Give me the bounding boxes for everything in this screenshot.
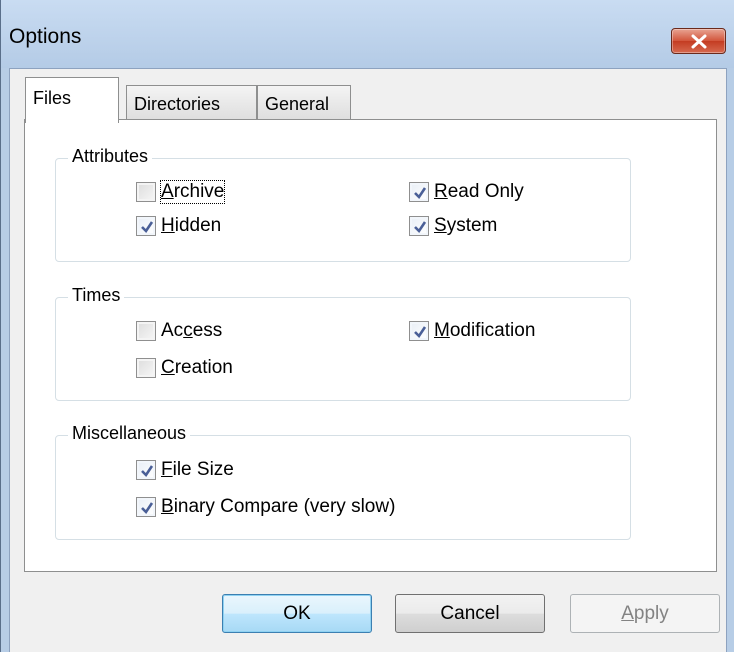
read-only-checkbox[interactable]: Read Only <box>409 181 524 203</box>
cancel-button[interactable]: Cancel <box>395 594 545 633</box>
apply-button[interactable]: Apply <box>570 594 720 633</box>
checkbox-label: Read Only <box>434 181 524 202</box>
files-tab-panel: Attributes Archive Read Only Hidden Syst… <box>24 119 717 572</box>
creation-checkbox[interactable]: Creation <box>136 357 233 379</box>
modification-checkbox[interactable]: Modification <box>409 320 535 342</box>
archive-checkbox[interactable]: Archive <box>136 180 226 204</box>
tab-label: General <box>265 94 330 114</box>
checkmark-icon <box>141 221 154 234</box>
tab-files[interactable]: Files <box>25 77 119 123</box>
close-button[interactable] <box>671 28 726 54</box>
system-checkbox[interactable]: System <box>409 215 497 237</box>
checkbox-label: Hidden <box>161 215 222 236</box>
tab-label: Directories <box>134 94 221 114</box>
miscellaneous-group: Miscellaneous File Size Binary Compare (… <box>55 423 631 540</box>
checkbox-label: Access <box>161 320 223 341</box>
checkmark-icon <box>141 465 154 478</box>
checkbox-box[interactable] <box>409 216 429 236</box>
checkbox-box[interactable] <box>136 460 156 480</box>
access-checkbox[interactable]: Access <box>136 320 222 342</box>
checkbox-box[interactable] <box>409 182 429 202</box>
ok-button[interactable]: OK <box>222 594 372 633</box>
checkbox-label: Archive <box>159 180 226 204</box>
tab-directories[interactable]: Directories <box>126 85 257 123</box>
checkmark-icon <box>414 221 427 234</box>
window-title: Options <box>9 25 82 48</box>
checkbox-box[interactable] <box>136 358 156 378</box>
checkbox-box[interactable] <box>136 182 156 202</box>
tab-general[interactable]: General <box>257 85 351 123</box>
checkbox-box[interactable] <box>136 321 156 341</box>
group-label: Times <box>68 285 125 306</box>
checkbox-box[interactable] <box>136 497 156 517</box>
hidden-checkbox[interactable]: Hidden <box>136 215 221 237</box>
close-icon <box>691 34 707 49</box>
apply-label: pply <box>633 602 669 624</box>
checkbox-label: System <box>434 215 498 236</box>
group-label: Attributes <box>68 146 153 167</box>
checkbox-label: Modification <box>434 320 536 341</box>
binary-compare-checkbox[interactable]: Binary Compare (very slow) <box>136 496 395 518</box>
checkbox-label: Binary Compare (very slow) <box>161 496 396 517</box>
checkbox-box[interactable] <box>136 216 156 236</box>
file-size-checkbox[interactable]: File Size <box>136 459 234 481</box>
title-bar[interactable]: Options <box>1 0 734 68</box>
group-label: Miscellaneous <box>68 423 191 444</box>
apply-access-key: A <box>621 602 634 624</box>
checkbox-label: File Size <box>161 459 234 480</box>
options-dialog: Options Files Directories General Attrib… <box>0 0 734 652</box>
attributes-group: Attributes Archive Read Only Hidden Syst… <box>55 146 631 262</box>
checkbox-box[interactable] <box>409 321 429 341</box>
checkmark-icon <box>414 187 427 200</box>
checkmark-icon <box>141 502 154 515</box>
times-group: Times Access Modification Creation <box>55 285 631 401</box>
checkmark-icon <box>414 326 427 339</box>
tab-label: Files <box>33 88 72 108</box>
checkbox-label: Creation <box>161 357 233 378</box>
dialog-client-area: Files Directories General Attributes Arc… <box>9 68 727 652</box>
